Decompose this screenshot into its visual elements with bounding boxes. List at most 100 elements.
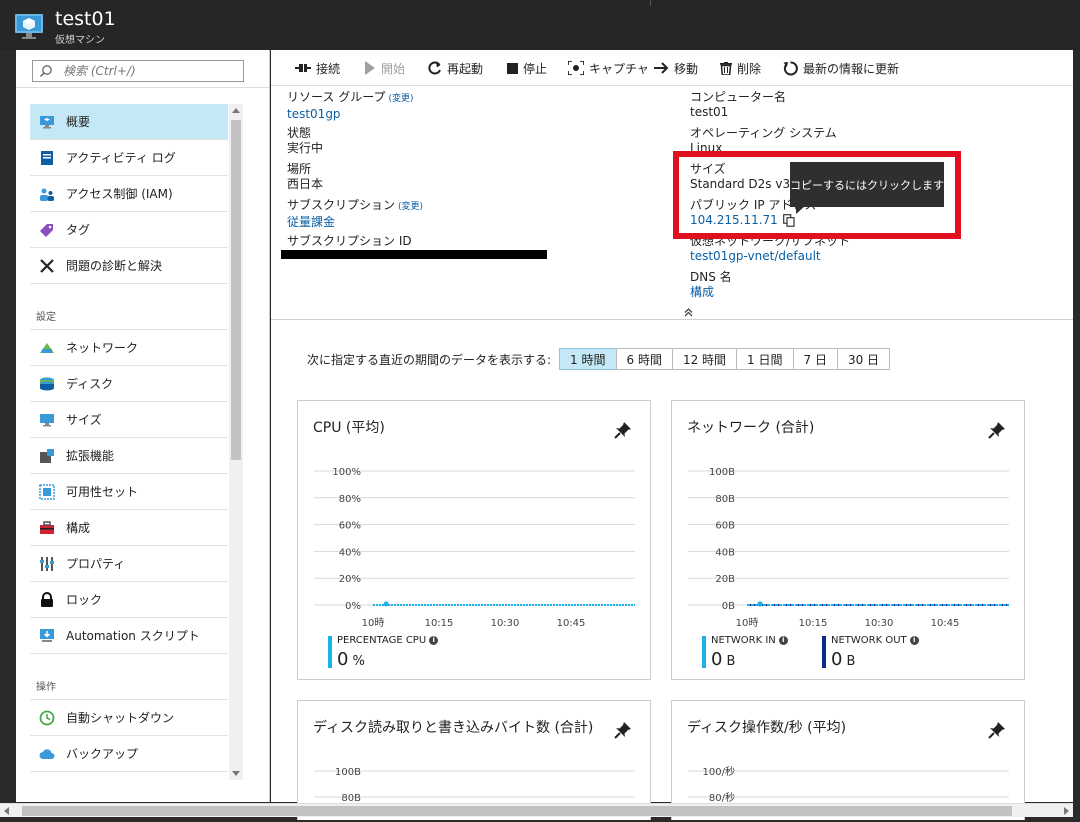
sidebar-item-properties[interactable]: プロパティ [30,546,228,582]
legend-swatch [328,636,332,668]
sidebar-item-extensions[interactable]: 拡張機能 [30,438,228,474]
start-label: 開始 [381,61,406,76]
clock-icon [39,710,55,726]
sidebar-item-label: 可用性セット [66,485,139,499]
sidebar-item-label: ネットワーク [66,341,139,355]
time-range-1d-button[interactable]: 1 日間 [736,348,794,370]
sidebar-item-backup[interactable]: バックアップ [30,736,228,772]
disk-bytes-chart-card[interactable]: ディスク読み取りと書き込みバイト数 (合計) 100B 80B [297,700,651,820]
sidebar-item-auto-shutdown[interactable]: 自動シャットダウン [30,700,228,736]
time-range-12h-button[interactable]: 12 時間 [671,348,738,370]
y-tick-label: 40B [715,547,735,558]
stop-label: 停止 [523,61,548,76]
restart-button[interactable]: 再起動 [428,59,483,77]
sidebar-scrollbar[interactable] [229,104,243,780]
info-icon[interactable]: i [429,636,439,645]
x-tick-label: 10:15 [425,618,454,629]
stop-button[interactable]: 停止 [507,59,547,77]
sidebar-item-label: 拡張機能 [66,449,115,463]
sidebar-item-label: タグ [66,223,91,237]
info-icon[interactable]: i [909,636,919,645]
sidebar-item-overview[interactable]: 概要 [30,104,228,140]
info-icon[interactable]: i [778,636,788,645]
legend-value: 0B [711,649,735,670]
monitor-icon [40,116,54,129]
sidebar-item-label: プロパティ [66,557,126,571]
sidebar-item-size[interactable]: サイズ [30,402,228,438]
legend-swatch [702,636,706,668]
delete-button[interactable]: 削除 [720,59,761,77]
stop-icon [507,62,518,74]
x-tick-label: 10時 [362,617,385,629]
scroll-down-arrow-icon[interactable] [232,771,240,776]
y-tick-label: 100/秒 [703,765,735,778]
sidebar-item-label: 概要 [66,115,91,129]
os-label: オペレーティング システム [690,126,837,140]
sidebar-item-automation-script[interactable]: Automation スクリプト [30,618,228,654]
move-button[interactable]: 移動 [654,59,698,77]
sidebar-item-label: アクティビティ ログ [66,151,176,165]
restart-label: 再起動 [447,61,484,76]
sidebar-item-tags[interactable]: タグ [30,212,228,248]
scroll-left-arrow-icon[interactable] [4,807,9,815]
sidebar-item-availability-set[interactable]: 可用性セット [30,474,228,510]
chevron-double-up-icon[interactable] [684,307,693,320]
availability-set-icon [39,484,55,500]
horizontal-scrollbar[interactable] [0,803,1073,817]
vnet-link[interactable]: test01gp-vnet/default [690,249,821,263]
sidebar-item-disks[interactable]: ディスク [30,366,228,402]
resource-group-link[interactable]: test01gp [287,107,341,121]
computer-name-value: test01 [690,105,729,119]
data-point[interactable] [383,601,389,607]
legend-label: PERCENTAGE CPU [337,635,427,646]
legend-unit: % [352,654,365,669]
cloud-icon [39,749,55,759]
dns-field: DNS 名 構成 [690,270,732,300]
sidebar-item-network[interactable]: ネットワーク [30,330,228,366]
search-input[interactable] [63,63,238,79]
lock-icon [41,592,53,607]
wrench-icon [40,259,54,273]
resource-group-change-link[interactable]: (変更) [389,94,414,104]
scroll-right-arrow-icon[interactable] [1064,807,1069,815]
vm-icon [15,14,43,39]
section-header-settings: 設定 [30,284,228,330]
x-tick-label: 10:15 [799,618,828,629]
x-tick-label: 10:30 [865,618,894,629]
sidebar-item-label: アクセス制御 (IAM) [66,187,173,201]
disk-ops-chart-card[interactable]: ディスク操作数/秒 (平均) 100/秒 80/秒 [671,700,1025,820]
scrollbar-thumb[interactable] [231,120,241,460]
dns-configure-link[interactable]: 構成 [690,285,714,299]
divider [16,87,269,88]
subscription-link[interactable]: 従量課金 [287,215,335,229]
network-chart-card[interactable]: ネットワーク (合計) 100B 80B 60B 40B 20B 0B 10時 10:15 10… [671,400,1025,680]
legend-value-number: 0 [337,649,349,670]
scrollbar-thumb[interactable] [22,806,1012,816]
cpu-chart-card[interactable]: CPU (平均) 100% 80% 60% 40% 20% 0% 10時 10:15 10:30… [297,400,651,680]
time-range-6h-button[interactable]: 6 時間 [615,348,673,370]
time-range-30d-button[interactable]: 30 日 [836,348,891,370]
sidebar-item-locks[interactable]: ロック [30,582,228,618]
time-range-1h-button[interactable]: 1 時間 [559,348,617,370]
start-button[interactable]: 開始 [364,59,405,77]
data-point[interactable] [757,601,763,607]
y-tick-label: 0% [345,601,361,612]
sidebar-item-configuration[interactable]: 構成 [30,510,228,546]
subscription-id-field: サブスクリプション ID [287,234,412,249]
sidebar-item-iam[interactable]: アクセス制御 (IAM) [30,176,228,212]
capture-button[interactable]: キャプチャ [568,59,649,77]
legend-unit: B [726,654,736,669]
time-range-label: 次に指定する直近の期間のデータを表示する: [307,352,552,367]
search-box[interactable] [32,60,244,82]
sidebar-item-activity-log[interactable]: アクティビティ ログ [30,140,228,176]
sidebar-item-diagnose[interactable]: 問題の診断と解決 [30,248,228,284]
trash-icon [720,61,732,75]
time-range-7d-button[interactable]: 7 日 [792,348,838,370]
page-title: test01 [55,8,116,30]
connect-button[interactable]: 接続 [295,59,340,77]
subscription-change-link[interactable]: (変更) [398,202,423,212]
y-tick-label: 80% [339,494,361,505]
refresh-button[interactable]: 最新の情報に更新 [783,59,899,77]
legend-name: NETWORK OUT i [831,635,919,646]
scroll-up-arrow-icon[interactable] [232,108,240,113]
